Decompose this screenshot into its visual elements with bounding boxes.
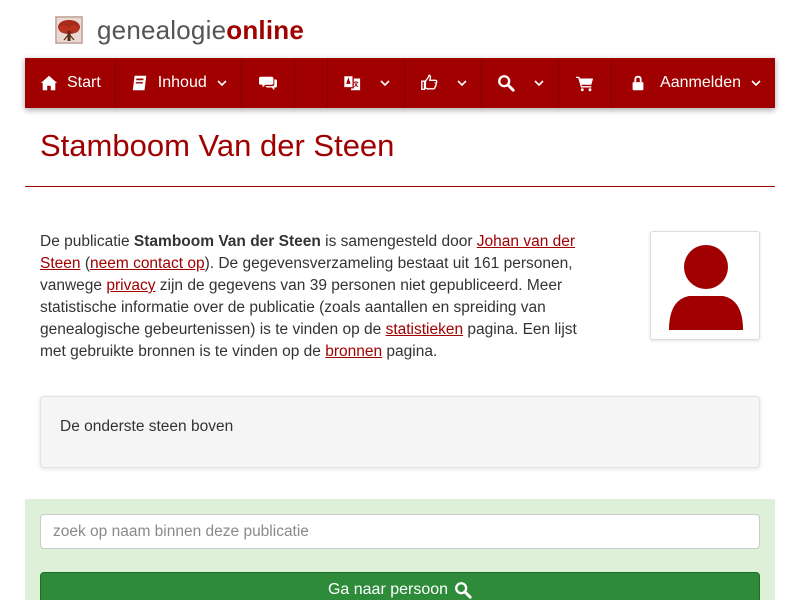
search-icon — [496, 73, 516, 93]
hand-point-icon — [419, 73, 439, 93]
main-navbar: Start Inhoud Aanmelden — [25, 58, 775, 108]
search-icon — [454, 581, 472, 599]
chevron-down-icon — [457, 78, 467, 88]
chevron-down-icon — [380, 78, 390, 88]
chevron-down-icon — [751, 78, 761, 88]
motto-text: De onderste steen boven — [60, 418, 234, 435]
user-silhouette-icon — [669, 245, 743, 330]
publication-motto: De onderste steen boven — [40, 396, 760, 468]
contact-link[interactable]: neem contact op — [90, 255, 205, 272]
go-to-person-button[interactable]: Ga naar persoon — [40, 572, 760, 600]
avatar-frame — [659, 240, 753, 333]
title-divider — [25, 186, 775, 187]
publication-description: De publicatie Stamboom Van der Steen is … — [40, 231, 605, 363]
tree-logo-icon — [55, 16, 83, 44]
publication-name: Stamboom Van der Steen — [133, 233, 321, 250]
nav-start[interactable]: Start — [25, 58, 116, 108]
chevron-down-icon — [534, 78, 544, 88]
statistics-link[interactable]: statistieken — [386, 321, 464, 338]
person-search-panel: Ga naar persoon — [25, 499, 775, 600]
desc-text: pagina. — [382, 343, 438, 360]
nav-inhoud-label: Inhoud — [157, 74, 207, 91]
nav-search[interactable] — [482, 58, 560, 108]
nav-start-label: Start — [67, 74, 101, 91]
nav-inhoud[interactable]: Inhoud — [116, 58, 242, 108]
nav-login[interactable]: Aanmelden — [612, 58, 775, 108]
author-avatar[interactable] — [650, 231, 760, 340]
nav-forum[interactable] — [242, 58, 295, 108]
lock-icon — [628, 73, 648, 93]
nav-language[interactable] — [328, 58, 406, 108]
nav-cart[interactable] — [559, 58, 613, 108]
home-icon — [39, 73, 59, 93]
desc-text: De publicatie — [40, 233, 134, 250]
comments-icon — [258, 73, 278, 93]
sources-link[interactable]: bronnen — [325, 343, 382, 360]
desc-text: ( — [80, 255, 90, 272]
desc-text: is samengesteld door — [320, 233, 477, 250]
book-icon — [130, 73, 150, 93]
chevron-down-icon — [217, 78, 227, 88]
nav-spacer — [295, 58, 329, 108]
privacy-link[interactable]: privacy — [106, 277, 155, 294]
go-to-person-label: Ga naar persoon — [327, 581, 449, 598]
site-brand[interactable]: genealogieonline — [55, 14, 304, 46]
person-search-input[interactable] — [40, 514, 760, 549]
page-title: Stamboom Van der Steen — [40, 128, 395, 163]
brand-name: genealogieonline — [97, 14, 304, 45]
nav-share[interactable] — [405, 58, 483, 108]
translate-icon — [342, 73, 362, 93]
cart-icon — [575, 73, 595, 93]
nav-login-label: Aanmelden — [660, 74, 741, 91]
